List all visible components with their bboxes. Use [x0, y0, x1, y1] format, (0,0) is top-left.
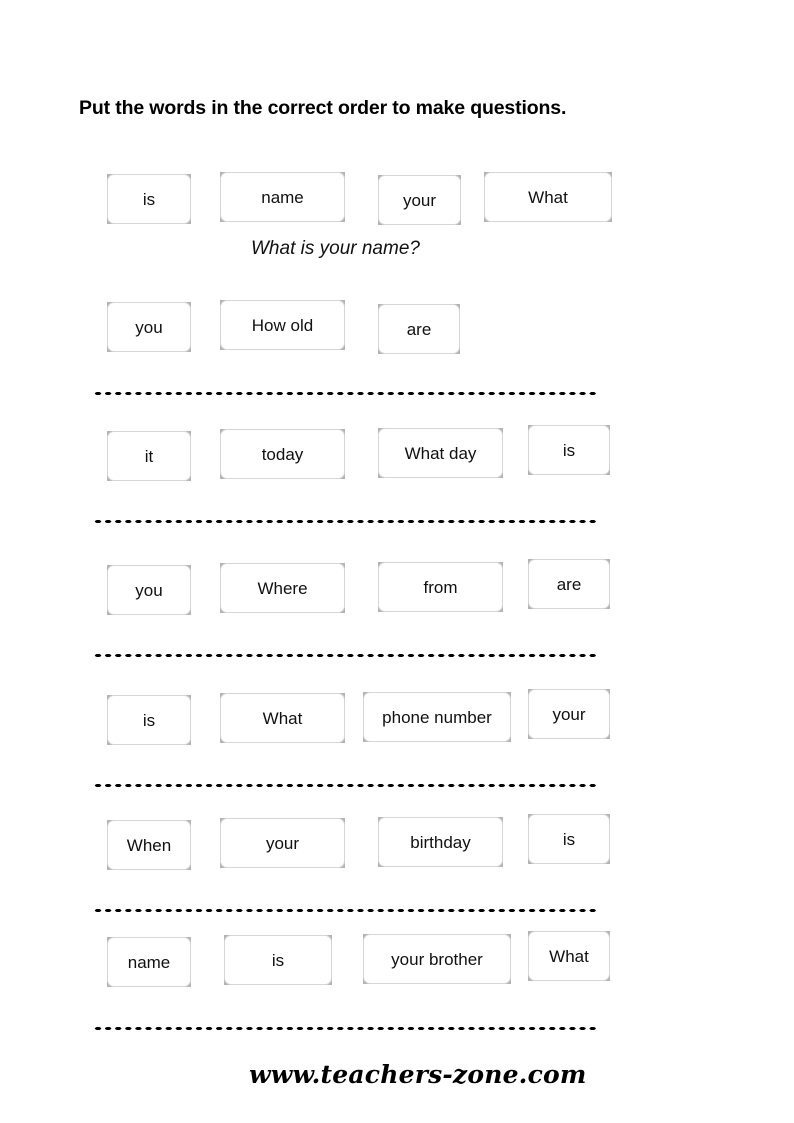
word-tile[interactable]: Where	[220, 563, 345, 613]
word-tile[interactable]: When	[107, 820, 191, 870]
word-tile[interactable]: are	[528, 559, 610, 609]
word-tile-label: is	[107, 695, 191, 745]
word-tile-label: What	[220, 693, 345, 743]
word-tile-label: you	[107, 302, 191, 352]
site-footer: www.teachers-zone.com	[249, 1060, 587, 1089]
word-tile[interactable]: is	[528, 814, 610, 864]
word-tile[interactable]: What	[484, 172, 612, 222]
word-tile-label: you	[107, 565, 191, 615]
word-tile-label: your	[220, 818, 345, 868]
word-tile[interactable]: is	[107, 174, 191, 224]
word-tile-label: What	[528, 931, 610, 981]
word-tile[interactable]: What day	[378, 428, 503, 478]
word-tile-label: are	[528, 559, 610, 609]
page-title: Put the words in the correct order to ma…	[79, 97, 567, 119]
word-tile-label: from	[378, 562, 503, 612]
word-tile-row: it today What day is	[0, 425, 794, 490]
word-tile[interactable]: is	[224, 935, 332, 985]
word-tile-label: your	[528, 689, 610, 739]
word-tile-label: birthday	[378, 817, 503, 867]
word-tile-label: your	[378, 175, 461, 225]
word-tile-label: What day	[378, 428, 503, 478]
answer-dotted-line[interactable]	[93, 783, 599, 788]
word-tile-label: is	[224, 935, 332, 985]
word-tile[interactable]: your	[378, 175, 461, 225]
word-tile[interactable]: you	[107, 302, 191, 352]
answer-dotted-line[interactable]	[93, 519, 599, 524]
word-tile-label: are	[378, 304, 460, 354]
word-tile[interactable]: name	[107, 937, 191, 987]
word-tile-row: When your birthday is	[0, 814, 794, 879]
word-tile-label: it	[107, 431, 191, 481]
word-tile[interactable]: What	[528, 931, 610, 981]
word-tile-label: your brother	[363, 934, 511, 984]
answer-dotted-line[interactable]	[93, 1026, 599, 1031]
word-tile-label: Where	[220, 563, 345, 613]
word-tile-label: today	[220, 429, 345, 479]
word-tile[interactable]: birthday	[378, 817, 503, 867]
word-tile[interactable]: from	[378, 562, 503, 612]
answer-example-text: What is your name?	[251, 238, 420, 259]
word-tile[interactable]: it	[107, 431, 191, 481]
word-tile-label: is	[107, 174, 191, 224]
word-tile-row: you How old are	[0, 300, 794, 362]
word-tile-row: name is your brother What	[0, 931, 794, 996]
word-tile[interactable]: you	[107, 565, 191, 615]
word-tile-row: you Where from are	[0, 559, 794, 624]
word-tile[interactable]: How old	[220, 300, 345, 350]
word-tile[interactable]: is	[528, 425, 610, 475]
word-tile-label: phone number	[363, 692, 511, 742]
answer-dotted-line[interactable]	[93, 908, 599, 913]
word-tile-label: name	[107, 937, 191, 987]
worksheet-page: Put the words in the correct order to ma…	[0, 0, 794, 1123]
word-tile-label: What	[484, 172, 612, 222]
word-tile-label: When	[107, 820, 191, 870]
word-tile[interactable]: are	[378, 304, 460, 354]
word-tile-label: is	[528, 814, 610, 864]
answer-dotted-line[interactable]	[93, 391, 599, 396]
word-tile-label: is	[528, 425, 610, 475]
word-tile[interactable]: What	[220, 693, 345, 743]
answer-dotted-line[interactable]	[93, 653, 599, 658]
word-tile[interactable]: today	[220, 429, 345, 479]
word-tile[interactable]: your	[528, 689, 610, 739]
word-tile[interactable]: phone number	[363, 692, 511, 742]
word-tile[interactable]: your brother	[363, 934, 511, 984]
word-tile-label: name	[220, 172, 345, 222]
word-tile-row: is name your What	[0, 172, 794, 234]
word-tile[interactable]: is	[107, 695, 191, 745]
word-tile-label: How old	[220, 300, 345, 350]
word-tile[interactable]: your	[220, 818, 345, 868]
word-tile-row: is What phone number your	[0, 689, 794, 754]
word-tile[interactable]: name	[220, 172, 345, 222]
